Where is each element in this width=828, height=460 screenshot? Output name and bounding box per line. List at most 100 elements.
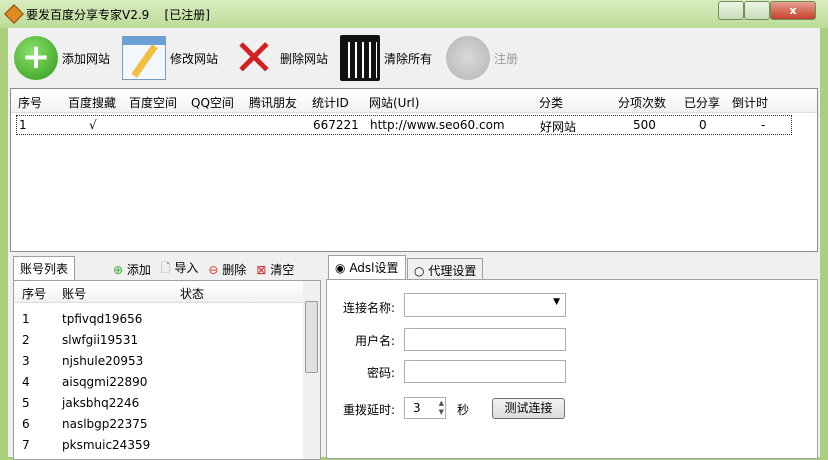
chevron-down-icon: ▼ [553,297,560,307]
cell: pksmuic24359 [62,438,151,452]
clear-label: 清空 [270,263,295,277]
col-header[interactable]: QQ空间 [191,94,234,111]
col-header[interactable]: 账号 [62,285,86,302]
cell: slwfgii19531 [62,333,139,347]
seconds-label: 秒 [457,403,470,417]
col-header[interactable]: 百度空间 [129,94,177,111]
edit-site-label: 修改网站 [170,51,219,66]
cell: 667221 [313,118,359,132]
account-delete-button[interactable]: ⊖ 删除 [208,261,246,278]
col-header[interactable]: 网站(Url) [369,94,419,111]
list-item[interactable]: 6 naslbgp22375 [22,414,150,435]
accounts-header: 序号 账号 状态 [14,281,304,303]
delay-value: 3 [413,401,421,415]
tab-proxy-label: 代理设置 [428,264,477,278]
spin-arrows-icon[interactable]: ▲ ▼ [439,399,444,417]
edit-document-icon [122,36,166,80]
add-site-label: 添加网站 [62,51,111,66]
connection-name-select[interactable]: ▼ [404,293,566,317]
tab-adsl[interactable]: ◉ Adsl设置 [328,255,406,280]
import-label: 导入 [174,261,199,275]
list-item[interactable]: 2 slwfgii19531 [22,330,150,351]
app-icon [4,4,24,24]
radio-checked-icon: ◉ [335,261,346,275]
list-item[interactable]: 7 pksmuic24359 [22,435,150,456]
col-header[interactable]: 倒计时 [732,94,768,111]
col-header[interactable]: 分类 [539,94,563,111]
edit-site-button[interactable]: 修改网站 [122,36,218,80]
username-input[interactable] [404,328,566,351]
list-item[interactable]: 3 njshule20953 [22,351,150,372]
cell: 好网站 [540,120,577,134]
sites-table[interactable]: 序号 百度搜藏 百度空间 QQ空间 腾讯朋友 统计ID 网站(Url) 分类 分… [10,88,818,252]
list-item[interactable]: 4 aisqgmi22890 [22,372,150,393]
delete-site-button[interactable]: ✕ 删除网站 [232,29,329,87]
title-bar: 要发百度分享专家V2.9 [已注册] x [0,0,828,28]
col-header[interactable]: 腾讯朋友 [249,94,297,111]
scrollbar[interactable] [303,281,320,459]
cell: jaksbhq2246 [62,396,140,410]
redial-delay-label: 重拨延时: [343,403,396,417]
cell: 3 [22,354,30,368]
list-item[interactable]: 1 tpfivqd19656 [22,309,150,330]
col-header[interactable]: 统计ID [312,94,349,111]
tab-accounts[interactable]: 账号列表 [13,256,76,280]
test-connection-button[interactable]: 测试连接 [492,398,565,419]
adsl-settings-panel: 连接名称: ▼ 用户名: 密码: 重拨延时: 3 ▲ ▼ 秒 测试连接 [326,279,818,459]
cell: http://www.seo60.com [370,118,505,132]
minimize-button[interactable] [718,1,744,20]
connection-name-label: 连接名称: [343,301,396,315]
cell: 500 [633,118,656,132]
cell: 1 [22,312,30,326]
col-header[interactable]: 已分享 [684,94,720,111]
delete-icon: ⊖ [208,263,219,277]
accounts-list[interactable]: 序号 账号 状态 1 tpfivqd19656 2 slwfgii19531 3 nj… [13,280,321,460]
clear-icon: ⊠ [256,263,267,277]
cell: √ [89,118,97,132]
cell: 4 [22,375,30,389]
list-item[interactable]: 5 jaksbhq2246 [22,393,150,414]
cell: 5 [22,396,30,410]
cell: 1 [19,118,27,132]
account-clear-button[interactable]: ⊠ 清空 [256,261,294,278]
import-icon: 🗋 [160,261,171,275]
clear-all-label: 清除所有 [384,51,433,66]
cell: 2 [22,333,30,347]
radio-icon: ○ [414,264,425,278]
add-label: 添加 [126,263,151,277]
tab-proxy[interactable]: ○ 代理设置 [407,258,484,280]
col-header[interactable]: 序号 [18,94,42,111]
add-site-button[interactable]: + 添加网站 [14,36,110,80]
clear-all-button[interactable]: 清除所有 [340,35,433,81]
col-header[interactable]: 分项次数 [618,94,666,111]
register-label: 注册 [494,51,519,66]
delete-label: 删除 [222,263,247,277]
register-button[interactable]: 注册 [446,36,518,80]
delete-site-label: 删除网站 [280,51,329,66]
account-import-button[interactable]: 🗋 导入 [161,259,199,280]
scroll-thumb[interactable] [305,301,318,373]
account-add-button[interactable]: ⊕ 添加 [113,261,151,278]
col-header[interactable]: 百度搜藏 [68,94,116,111]
plus-circle-icon: + [14,36,58,80]
password-label: 密码: [367,366,396,380]
col-header[interactable]: 状态 [180,285,204,302]
table-row[interactable]: 1 √ 667221 http://www.seo60.com 好网站 500 … [16,115,792,135]
redial-delay-stepper[interactable]: 3 ▲ ▼ [404,397,446,419]
cell: 7 [22,438,30,452]
username-label: 用户名: [355,334,396,348]
cell: 6 [22,417,30,431]
add-icon: ⊕ [113,263,124,277]
close-button[interactable]: x [770,1,816,20]
cell: naslbgp22375 [62,417,148,431]
col-header[interactable]: 序号 [22,285,46,302]
maximize-button[interactable] [744,1,770,20]
trash-icon [340,35,380,81]
cell: aisqgmi22890 [62,375,148,389]
password-input[interactable] [404,360,566,383]
cell: tpfivqd19656 [62,312,143,326]
accounts-rows: 1 tpfivqd19656 2 slwfgii19531 3 njshule2095… [22,309,150,456]
window-title: 要发百度分享专家V2.9 [已注册] [26,8,210,22]
red-x-icon: ✕ [233,29,275,87]
cell: njshule20953 [62,354,144,368]
